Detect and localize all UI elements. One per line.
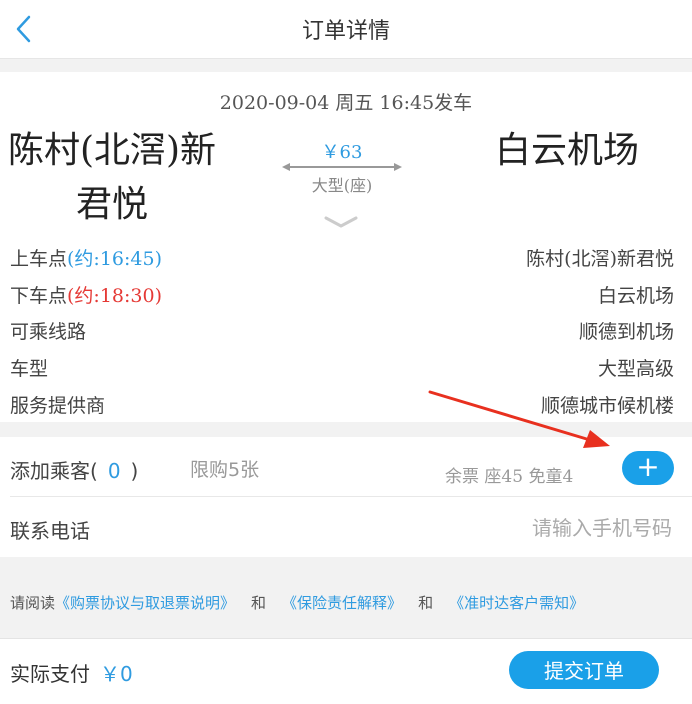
remaining-tickets: 余票 座45 免童4: [445, 467, 574, 487]
divider: [10, 496, 692, 497]
purchase-limit: 限购5张: [190, 459, 260, 481]
departure-time: 2020-09-04 周五 16:45发车: [219, 92, 473, 114]
add-passenger-label[interactable]: 添加乘客(0): [10, 455, 138, 484]
bus-type: 大型(座): [311, 176, 373, 195]
and-text-2: 和: [418, 594, 434, 612]
actual-payment: 实际支付 ￥0: [10, 662, 133, 686]
page-title: 订单详情: [301, 19, 390, 44]
detail-label: 上车点: [10, 248, 68, 270]
detail-label: 服务提供商: [10, 395, 106, 417]
insurance-link[interactable]: 《保险责任解释》: [282, 594, 402, 612]
contact-phone-label: 联系电话: [10, 519, 90, 543]
pickup-time-note: (约:16:45): [67, 248, 162, 270]
ticket-agreement-link[interactable]: 《购票协议与取退票说明》: [55, 594, 235, 612]
chevron-down-icon[interactable]: [324, 214, 358, 230]
destination-station: 白云机场: [494, 130, 639, 171]
agreement-text: 请阅读《购票协议与取退票说明》和《保险责任解释》和《准时达客户需知》: [10, 594, 585, 612]
passenger-contact-card: 添加乘客(0) 限购5张 余票 座45 免童4 + 联系电话: [0, 437, 692, 557]
add-passenger-button[interactable]: +: [622, 451, 674, 485]
passenger-count: 0: [107, 459, 121, 483]
detail-label: 下车点: [10, 285, 68, 307]
detail-label: 车型: [10, 358, 49, 380]
phone-input[interactable]: [410, 511, 674, 545]
detail-value: 陈村(北滘)新君悦: [526, 248, 674, 270]
route-arrow-icon: [282, 163, 402, 171]
detail-label: 可乘线路: [10, 321, 87, 343]
ticket-price: ￥63: [321, 142, 363, 163]
customer-notice-link[interactable]: 《准时达客户需知》: [449, 594, 584, 612]
header-bar: 订单详情: [0, 0, 692, 59]
detail-value: 顺德到机场: [578, 321, 674, 343]
detail-value: 白云机场: [597, 285, 674, 307]
submit-order-button[interactable]: 提交订单: [509, 651, 659, 689]
dropoff-time-note: (约:18:30): [67, 285, 162, 307]
detail-row-provider: 服务提供商 顺德城市候机楼: [10, 391, 674, 421]
detail-row-pickup: 上车点(约:16:45) 陈村(北滘)新君悦: [10, 244, 674, 274]
detail-row-vehicle: 车型 大型高级: [10, 354, 674, 384]
detail-value: 顺德城市候机楼: [540, 395, 674, 417]
trip-card: 2020-09-04 周五 16:45发车 陈村(北滘)新君悦 ￥63 大型(座…: [0, 72, 692, 422]
detail-row-dropoff: 下车点(约:18:30) 白云机场: [10, 281, 674, 311]
origin-station: 陈村(北滘)新君悦: [7, 130, 217, 225]
footer-bar: 实际支付 ￥0 提交订单: [0, 638, 692, 704]
detail-row-route: 可乘线路 顺德到机场: [10, 317, 674, 347]
payment-amount: ￥0: [100, 662, 133, 686]
detail-value: 大型高级: [597, 358, 674, 380]
